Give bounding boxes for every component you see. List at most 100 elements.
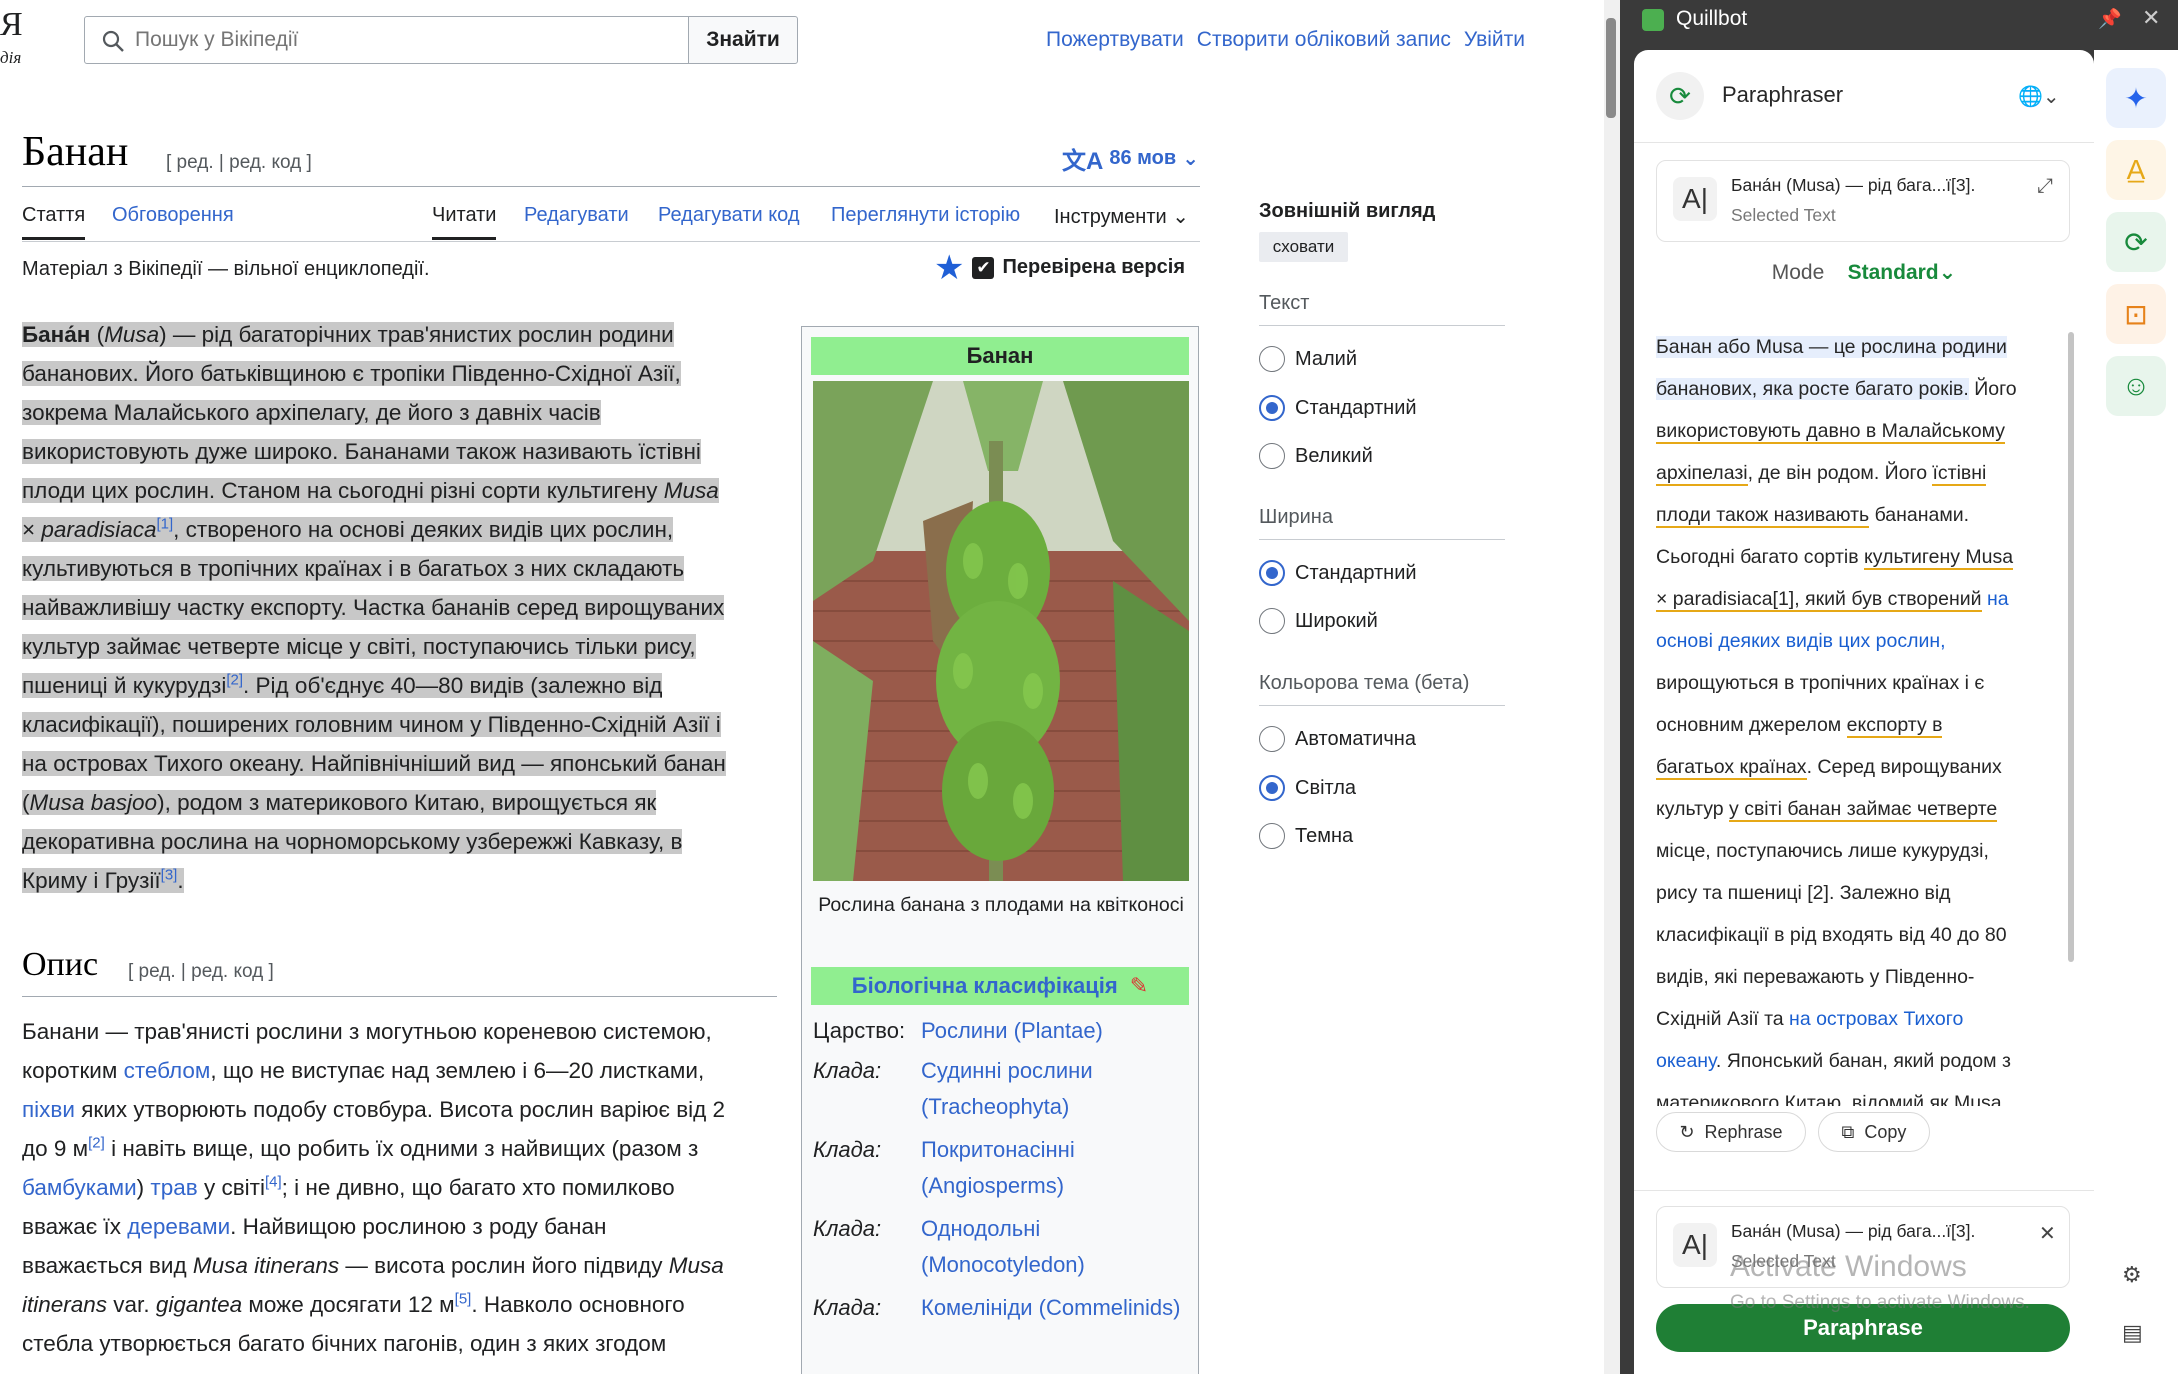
ai-chat-icon[interactable]: ✦ — [2106, 68, 2166, 128]
wikipedia-logo-subtitle: дія — [0, 48, 22, 67]
title-edit-links[interactable]: [ ред. | ред. код ] — [166, 152, 312, 174]
tab-edit[interactable]: Редагувати — [524, 204, 629, 240]
classification-label[interactable]: Біологічна класифікація — [852, 973, 1118, 999]
width-heading: Ширина — [1259, 506, 1333, 528]
paraphraser-tool-icon: ⟳ — [1656, 72, 1704, 120]
section-edit-links[interactable]: [ ред. | ред. код ] — [128, 961, 274, 983]
settings-icon[interactable]: ⚙ — [2122, 1262, 2142, 1288]
title-divider — [22, 186, 1200, 187]
radio-theme-dark[interactable]: Темна — [1259, 823, 1353, 849]
translate-icon: 文A — [1062, 148, 1104, 175]
row-key: Царство: — [813, 1018, 906, 1043]
close-icon[interactable]: ✕ — [2039, 1221, 2056, 1246]
tab-discussion[interactable]: Обговорення — [112, 204, 234, 240]
chevron-down-icon: ⌄ — [1182, 148, 1199, 170]
selected-text-subtitle: Selected Text — [1731, 205, 1836, 225]
copy-label: Copy — [1864, 1121, 1907, 1142]
radio-text-standard[interactable]: Стандартний — [1259, 395, 1417, 421]
language-globe-icon[interactable]: 🌐⌄ — [2018, 84, 2060, 109]
paraphraser-icon[interactable]: ⟳ — [2106, 212, 2166, 272]
ai-detector-icon[interactable]: ⊡ — [2106, 284, 2166, 344]
hide-appearance-button[interactable]: сховати — [1259, 232, 1348, 262]
chevron-down-icon: ⌄ — [1172, 206, 1190, 228]
mode-selector[interactable]: Mode Standard⌄ — [1634, 260, 2094, 285]
mode-value[interactable]: Standard — [1848, 261, 1939, 284]
radio-text-small[interactable]: Малий — [1259, 346, 1357, 372]
radio-button[interactable] — [1259, 823, 1285, 849]
refresh-icon: ↻ — [1679, 1121, 1695, 1142]
selected-text-title: Бана́н (Musa) — рід бага...ї[3]. — [1731, 175, 1976, 195]
divider — [1634, 142, 2094, 143]
row-value[interactable]: Однодольні (Monocotyledon) — [921, 1211, 1191, 1283]
infobox-classification-header: Біологічна класифікація ✎ — [811, 967, 1189, 1005]
radio-label: Темна — [1295, 824, 1354, 847]
verified-version[interactable]: ★ ✔ Перевірена версія — [934, 248, 1185, 287]
page-scrollbar[interactable] — [1604, 0, 1620, 1374]
expand-icon[interactable]: ⤢ — [2037, 175, 2053, 198]
grammar-checker-icon[interactable]: A̲ — [2106, 140, 2166, 200]
row-value[interactable]: Рослини (Plantae) — [921, 1013, 1191, 1049]
wikipedia-logo[interactable]: Я — [0, 6, 30, 46]
banana-plant-image[interactable] — [813, 381, 1189, 881]
create-account-link[interactable]: Створити обліковий запис — [1197, 28, 1451, 52]
section-title-description: Опис — [22, 946, 99, 983]
language-button[interactable]: 文A 86 мов ⌄ — [1062, 141, 1199, 176]
page-title: Банан — [22, 129, 129, 175]
selected-text-box[interactable]: A| Бана́н (Musa) — рід бага...ї[3]. Sele… — [1656, 160, 2070, 242]
radio-theme-light[interactable]: Світла — [1259, 775, 1356, 801]
pencil-icon[interactable]: ✎ — [1130, 973, 1148, 999]
donate-link[interactable]: Пожертвувати — [1046, 28, 1184, 52]
radio-button[interactable] — [1259, 443, 1285, 469]
feedback-icon[interactable]: ▤ — [2122, 1320, 2143, 1346]
radio-label: Автоматична — [1295, 727, 1416, 750]
radio-button[interactable] — [1259, 395, 1285, 421]
login-link[interactable]: Увійти — [1464, 28, 1525, 52]
radio-text-large[interactable]: Великий — [1259, 443, 1373, 469]
radio-width-standard[interactable]: Стандартний — [1259, 560, 1417, 586]
rephrase-button[interactable]: ↻ Rephrase — [1656, 1112, 1806, 1152]
radio-button[interactable] — [1259, 775, 1285, 801]
tab-read[interactable]: Читати — [432, 204, 497, 240]
paraphrased-output[interactable]: Банан або Musa — це рослина родини банано… — [1656, 326, 2056, 1106]
output-scrollbar[interactable] — [2068, 332, 2074, 962]
star-icon: ★ — [934, 248, 965, 287]
infobox-title: Банан — [811, 337, 1189, 375]
radio-button[interactable] — [1259, 560, 1285, 586]
text-size-heading: Текст — [1259, 292, 1310, 314]
divider — [1259, 539, 1505, 540]
radio-width-wide[interactable]: Широкий — [1259, 608, 1378, 634]
section-divider — [22, 996, 777, 997]
row-value[interactable]: Покритонасінні (Angiosperms) — [921, 1132, 1191, 1204]
humanizer-icon[interactable]: ☺ — [2106, 356, 2166, 416]
radio-label: Стандартний — [1295, 561, 1417, 584]
tab-tools-label: Інструменти — [1054, 206, 1167, 228]
row-value[interactable]: Комелініди (Commelinids) — [921, 1290, 1191, 1326]
quillbot-panel: Quillbot 📌 ✕ ⟳ Paraphraser 🌐⌄ A| Бана́н … — [1620, 0, 2178, 1374]
divider — [1634, 1190, 2094, 1191]
tab-tools[interactable]: Інструменти ⌄ — [1054, 204, 1189, 240]
mode-label: Mode — [1771, 261, 1825, 284]
intro-paragraph: Бана́н (Musa) — рід багаторічних трав'ян… — [22, 322, 726, 893]
radio-button[interactable] — [1259, 726, 1285, 752]
search-icon — [102, 30, 124, 52]
radio-theme-auto[interactable]: Автоматична — [1259, 726, 1416, 752]
search-input[interactable] — [135, 25, 675, 55]
infobox-row: Клада: Судинні рослини (Tracheophyta) — [813, 1053, 1191, 1125]
row-value[interactable]: Судинні рослини (Tracheophyta) — [921, 1053, 1191, 1125]
pin-icon[interactable]: 📌 — [2098, 7, 2122, 31]
row-key: Клада: — [813, 1295, 882, 1320]
chevron-down-icon: ⌄ — [1938, 261, 1957, 284]
tab-edit-source[interactable]: Редагувати код — [658, 204, 800, 240]
radio-button[interactable] — [1259, 608, 1285, 634]
radio-button[interactable] — [1259, 346, 1285, 372]
scrollbar-thumb[interactable] — [1606, 18, 1616, 118]
search-box[interactable] — [84, 16, 690, 64]
tab-view-history[interactable]: Переглянути історію — [831, 204, 1020, 240]
search-button[interactable]: Знайти — [688, 16, 798, 64]
copy-button[interactable]: ⧉ Copy — [1818, 1112, 1930, 1152]
close-icon[interactable]: ✕ — [2142, 5, 2160, 31]
row-key: Клада: — [813, 1137, 882, 1162]
radio-label: Стандартний — [1295, 396, 1417, 419]
tab-article[interactable]: Стаття — [22, 204, 86, 240]
infobox-caption: Рослина банана з плодами на квітконосі — [818, 894, 1184, 916]
